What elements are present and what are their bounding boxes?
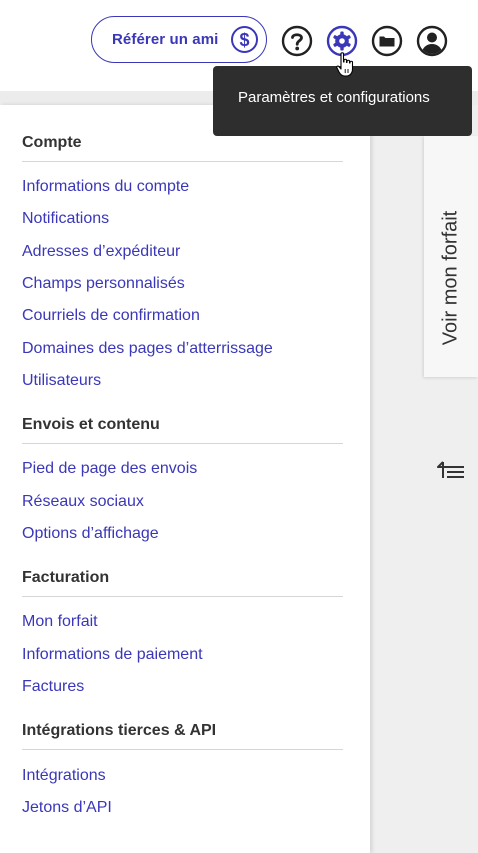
refer-friend-button[interactable]: Référer un ami $ [91,16,267,63]
menu-link-notifications[interactable]: Notifications [22,210,109,228]
menu-link-footer[interactable]: Pied de page des envois [22,460,197,478]
menu-link-users[interactable]: Utilisateurs [22,372,101,390]
menu-link-my-plan[interactable]: Mon forfait [22,613,98,631]
menu-link-api-tokens[interactable]: Jetons d’API [22,799,112,817]
expand-panel-icon [437,461,464,478]
menu-link-confirmation-emails[interactable]: Courriels de confirmation [22,307,200,325]
page: Référer un ami $ Voir mon forfait Compte… [0,0,478,853]
help-icon[interactable] [281,25,313,57]
section-title-billing: Facturation [22,569,110,586]
settings-menu: Compte Informations du compte Notificati… [0,105,370,853]
view-plan-label: Voir mon forfait [439,210,462,346]
section-title-sending-content: Envois et contenu [22,416,160,433]
section-divider [22,443,343,444]
section-divider [22,596,343,597]
menu-link-payment-info[interactable]: Informations de paiement [22,646,203,664]
section-title-integrations-api: Intégrations tierces & API [22,722,217,739]
menu-link-invoices[interactable]: Factures [22,678,84,696]
menu-link-integrations[interactable]: Intégrations [22,767,106,785]
menu-link-display-options[interactable]: Options d’affichage [22,525,159,543]
menu-link-custom-fields[interactable]: Champs personnalisés [22,275,185,293]
view-plan-tab[interactable]: Voir mon forfait [424,136,478,478]
refer-friend-label: Référer un ami [112,31,219,48]
section-divider [22,161,343,162]
user-icon[interactable] [416,25,448,57]
menu-link-social-networks[interactable]: Réseaux sociaux [22,493,144,511]
menu-link-account-info[interactable]: Informations du compte [22,178,189,196]
section-divider [22,749,343,750]
menu-link-sender-addresses[interactable]: Adresses d’expéditeur [22,243,180,261]
section-title-account: Compte [22,134,82,151]
folder-icon[interactable] [371,25,403,57]
hand-cursor-icon [336,52,354,77]
menu-link-landing-domains[interactable]: Domaines des pages d’atterrissage [22,340,273,358]
dollar-icon: $ [231,26,258,53]
